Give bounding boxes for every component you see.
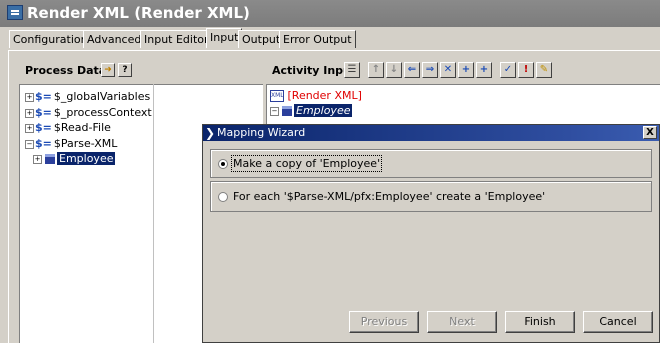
close-button[interactable]: X (643, 126, 657, 139)
element-icon (45, 154, 55, 164)
tree-item-label: $Read-File (53, 121, 111, 134)
option-copy-radio[interactable] (218, 159, 228, 169)
finish-button[interactable]: Finish (505, 311, 575, 333)
plus-icon: + (461, 64, 471, 75)
tab-output[interactable]: Output (238, 30, 285, 48)
delete-x-icon: ✕ (443, 64, 453, 75)
tab-bar: Configuration Advanced Input Editor Inpu… (0, 28, 660, 50)
activity-root-label: [Render XML] (287, 89, 362, 102)
activity-input-header: Activity Input: ☰ ↑ ↓ ⇐ ⇒ ✕ + + ✓ ! ✎ (268, 58, 660, 84)
arrow-up-icon: ↑ (371, 64, 381, 75)
mapping-wizard-dialog: ❯ Mapping Wizard X Make a copy of 'Emplo… (202, 124, 660, 343)
variable-icon: $= (35, 121, 52, 134)
move-right-button[interactable]: ⇒ (422, 62, 438, 78)
delete-button[interactable]: ✕ (440, 62, 456, 78)
collapse-icon[interactable]: − (25, 139, 34, 149)
show-errors-button[interactable]: ! (518, 62, 534, 78)
tab-input[interactable]: Input (206, 28, 243, 48)
pencil-icon: ✎ (539, 64, 549, 75)
close-icon: X (646, 127, 654, 138)
element-icon (282, 106, 292, 116)
option-for-each-box: For each '$Parse-XML/pfx:Employee' creat… (210, 181, 652, 212)
checkmark-icon: ✓ (503, 64, 513, 75)
insert-child-button[interactable]: + (476, 62, 492, 78)
tab-error-output[interactable]: Error Output (279, 30, 356, 48)
expand-icon[interactable]: + (25, 108, 34, 118)
wizard-logo-icon: ❯ (205, 126, 216, 140)
insert-button[interactable]: + (458, 62, 474, 78)
collapse-icon[interactable]: − (270, 106, 279, 116)
show-tree-button[interactable]: ☰ (344, 62, 360, 78)
cancel-button[interactable]: Cancel (583, 311, 653, 333)
expand-icon[interactable]: + (33, 154, 42, 164)
map-arrow-button[interactable]: ➜ (101, 63, 115, 77)
tree-item-read-file[interactable]: + $= $Read-File (25, 120, 111, 135)
arrow-down-icon: ↓ (389, 64, 399, 75)
tab-advanced[interactable]: Advanced (83, 30, 146, 48)
option-for-each-label[interactable]: For each '$Parse-XML/pfx:Employee' creat… (233, 190, 545, 203)
move-up-button[interactable]: ↑ (368, 62, 384, 78)
dialog-title: Mapping Wizard (217, 126, 306, 139)
activity-node-label: Employee (294, 104, 353, 117)
tree-item-label: $_globalVariables (53, 90, 151, 103)
panel-divider (153, 84, 154, 343)
process-data-header: Process Data: ➜ ? (17, 58, 263, 84)
question-mark-icon: ? (122, 65, 128, 75)
tab-input-editor[interactable]: Input Editor (140, 30, 213, 48)
tree-item-label: $Parse-XML (53, 137, 118, 150)
option-copy-box: Make a copy of 'Employee' (210, 149, 652, 178)
expand-icon[interactable]: + (25, 92, 34, 102)
variable-icon: $= (35, 137, 52, 150)
tree-item-parse-xml[interactable]: − $= $Parse-XML (25, 136, 117, 151)
tree-view-icon: ☰ (347, 64, 357, 75)
process-data-title: Process Data: (25, 64, 111, 77)
tab-configuration[interactable]: Configuration (9, 30, 92, 48)
move-down-button[interactable]: ↓ (386, 62, 402, 78)
option-copy-label[interactable]: Make a copy of 'Employee' (230, 155, 383, 172)
exclamation-icon: ! (523, 64, 529, 75)
previous-button[interactable]: Previous (349, 311, 419, 333)
window-titlebar: Render XML (Render XML) (0, 0, 660, 27)
arrow-left-icon: ⇐ (407, 64, 417, 75)
window-title: Render XML (Render XML) (27, 4, 250, 22)
plus-child-icon: + (479, 64, 489, 75)
dialog-titlebar: ❯ Mapping Wizard X (203, 125, 659, 141)
xml-icon: XML (270, 90, 284, 102)
help-button[interactable]: ? (118, 63, 132, 77)
edit-xpath-button[interactable]: ✎ (536, 62, 552, 78)
variable-icon: $= (35, 106, 52, 119)
render-xml-app-icon (7, 5, 23, 20)
validate-button[interactable]: ✓ (500, 62, 516, 78)
expand-icon[interactable]: + (25, 123, 34, 133)
activity-node-row[interactable]: − Employee (270, 103, 353, 118)
tree-item-label: $_processContext (53, 106, 152, 119)
tree-item-label-selected: Employee (57, 152, 116, 165)
tree-item-employee[interactable]: + Employee (33, 151, 116, 166)
next-button[interactable]: Next (427, 311, 497, 333)
option-for-each-radio[interactable] (218, 192, 228, 202)
activity-root-row[interactable]: XML [Render XML] (270, 88, 362, 103)
move-left-button[interactable]: ⇐ (404, 62, 420, 78)
arrow-icon: ➜ (104, 65, 112, 75)
tree-item-process-context[interactable]: + $= $_processContext (25, 105, 152, 120)
arrow-right-icon: ⇒ (425, 64, 435, 75)
tree-item-global-variables[interactable]: + $= $_globalVariables (25, 89, 150, 104)
variable-icon: $= (35, 90, 52, 103)
